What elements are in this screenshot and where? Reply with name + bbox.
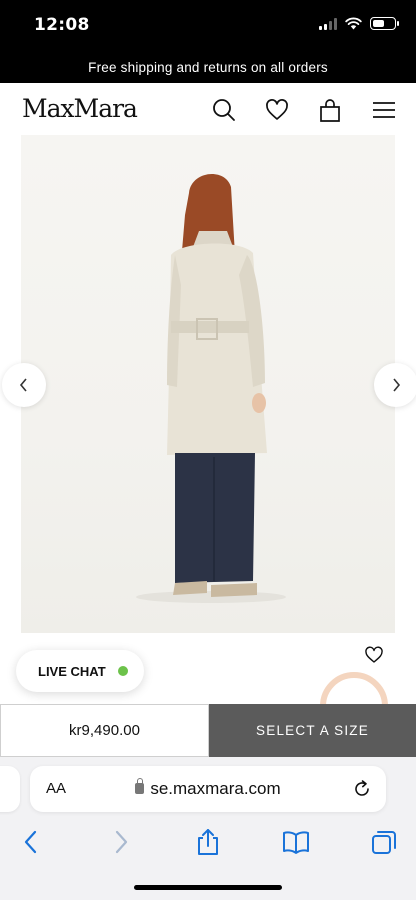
brand-logo[interactable]: MaxMara [22, 94, 138, 123]
chevron-left-icon [19, 378, 27, 392]
product-photo-illustration [136, 174, 286, 603]
tabs-icon[interactable] [369, 827, 399, 857]
select-size-button[interactable]: SELECT A SIZE [209, 704, 416, 757]
wishlist-heart-icon[interactable] [364, 646, 384, 664]
home-indicator[interactable] [134, 885, 282, 890]
next-image-button[interactable] [374, 363, 416, 407]
promo-banner: Free shipping and returns on all orders [0, 52, 416, 83]
previous-tab-preview[interactable] [0, 766, 20, 812]
status-time: 12:08 [34, 15, 90, 35]
chevron-right-icon [393, 378, 401, 392]
previous-image-button[interactable] [2, 363, 46, 407]
product-image[interactable] [21, 135, 395, 633]
online-status-dot [117, 666, 128, 676]
live-chat-button[interactable]: LIVE CHAT [16, 650, 144, 692]
bookmarks-icon[interactable] [281, 827, 311, 857]
heart-icon[interactable] [264, 97, 290, 123]
back-icon[interactable] [16, 827, 46, 857]
menu-icon[interactable] [371, 97, 397, 123]
shopping-bag-icon[interactable] [317, 97, 343, 123]
search-icon[interactable] [211, 97, 237, 123]
reload-icon[interactable] [351, 778, 373, 800]
status-bar: 12:08 [0, 0, 416, 52]
url-text: se.maxmara.com [150, 779, 281, 798]
site-header: MaxMara [0, 83, 416, 135]
lock-icon [135, 778, 145, 794]
address-bar[interactable]: AA se.maxmara.com [30, 766, 386, 812]
share-icon[interactable] [193, 827, 223, 857]
live-chat-label: LIVE CHAT [38, 663, 106, 679]
buy-bar: kr9,490.00 SELECT A SIZE [0, 704, 416, 757]
browser-bar: AA se.maxmara.com [0, 757, 416, 900]
battery-icon [370, 17, 399, 30]
forward-icon[interactable] [106, 827, 136, 857]
status-icons [319, 17, 399, 30]
url-display[interactable]: se.maxmara.com [30, 778, 386, 799]
wifi-icon [345, 17, 362, 30]
product-price: kr9,490.00 [0, 704, 209, 757]
signal-icon [319, 18, 337, 30]
